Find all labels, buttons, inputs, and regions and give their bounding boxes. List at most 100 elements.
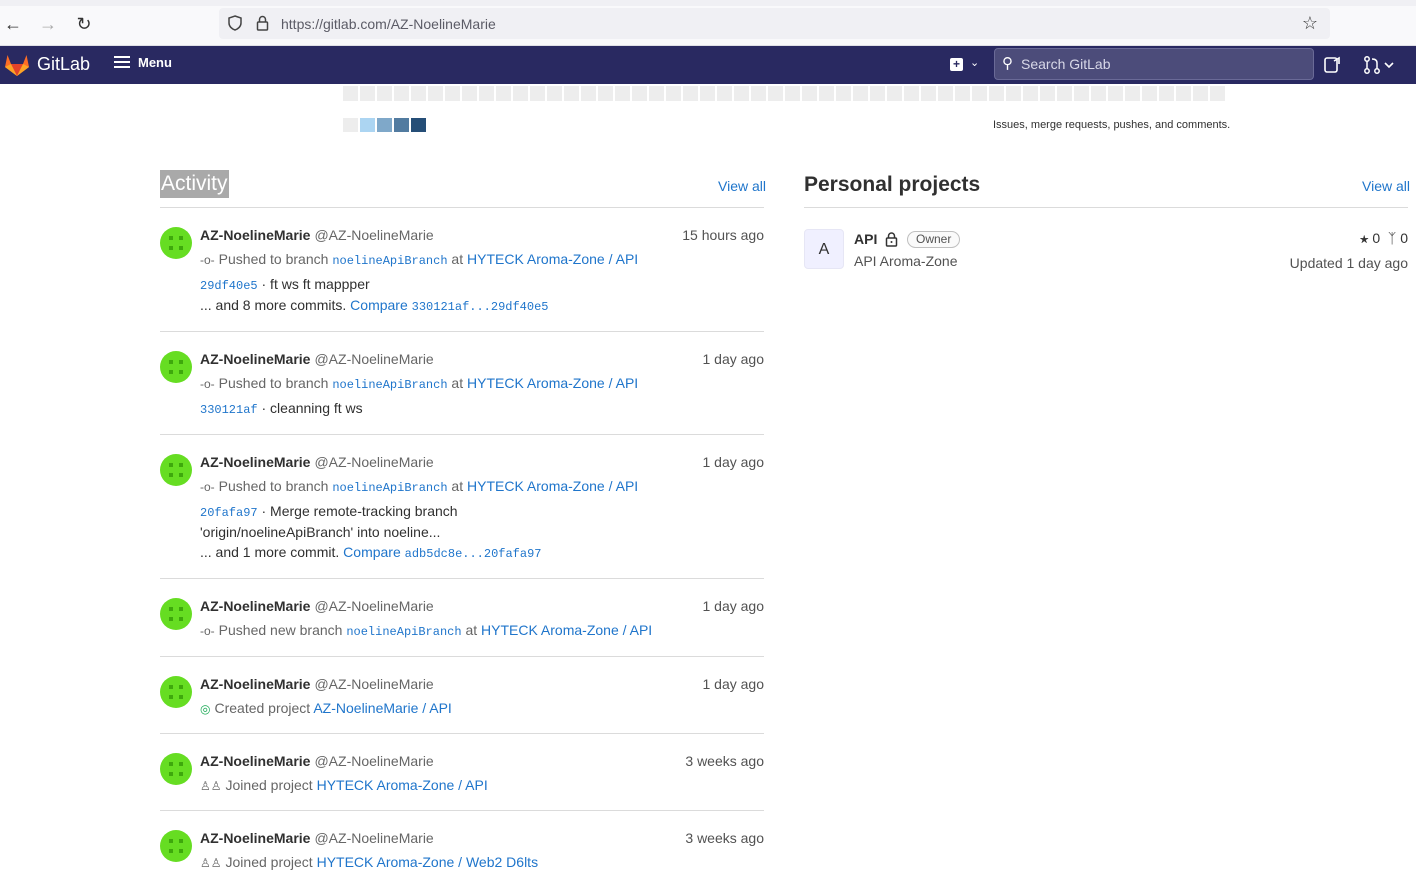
calendar-day-cell[interactable] [1057,86,1072,101]
calendar-day-cell[interactable] [700,86,715,101]
calendar-day-cell[interactable] [938,86,953,101]
calendar-day-cell[interactable] [870,86,885,101]
calendar-day-cell[interactable] [1074,86,1089,101]
calendar-day-cell[interactable] [1210,86,1225,101]
calendar-day-cell[interactable] [513,86,528,101]
author-name[interactable]: AZ-NoelineMarie [200,454,310,470]
calendar-day-cell[interactable] [632,86,647,101]
calendar-day-cell[interactable] [428,86,443,101]
calendar-day-cell[interactable] [564,86,579,101]
calendar-day-cell[interactable] [496,86,511,101]
calendar-day-cell[interactable] [1023,86,1038,101]
gitlab-logo-icon[interactable] [4,53,30,77]
author-name[interactable]: AZ-NoelineMarie [200,753,310,769]
calendar-day-cell[interactable] [377,86,392,101]
calendar-day-cell[interactable] [1142,86,1157,101]
search-input[interactable] [1021,54,1301,74]
calendar-day-cell[interactable] [479,86,494,101]
calendar-day-cell[interactable] [683,86,698,101]
calendar-day-cell[interactable] [1159,86,1174,101]
fork-count[interactable]: 0 [1400,230,1408,246]
project-link[interactable]: HYTECK Aroma-Zone / Web2 D6lts [317,854,538,870]
project-link[interactable]: HYTECK Aroma-Zone / API [481,622,652,638]
calendar-day-cell[interactable] [411,86,426,101]
calendar-day-cell[interactable] [904,86,919,101]
avatar[interactable] [160,227,192,259]
event-author[interactable]: AZ-NoelineMarie @AZ-NoelineMarie [200,676,434,692]
calendar-day-cell[interactable] [853,86,868,101]
calendar-day-cell[interactable] [547,86,562,101]
event-author[interactable]: AZ-NoelineMarie @AZ-NoelineMarie [200,830,434,846]
calendar-day-cell[interactable] [819,86,834,101]
calendar-day-cell[interactable] [581,86,596,101]
calendar-day-cell[interactable] [802,86,817,101]
calendar-day-cell[interactable] [360,86,375,101]
avatar[interactable] [160,676,192,708]
reload-icon[interactable]: ↻ [73,13,95,35]
star-count[interactable]: 0 [1372,230,1380,246]
commit-sha-link[interactable]: 29df40e5 [200,279,258,293]
project-link[interactable]: HYTECK Aroma-Zone / API [467,251,638,267]
project-avatar[interactable]: A [804,229,844,269]
calendar-day-cell[interactable] [394,86,409,101]
calendar-day-cell[interactable] [768,86,783,101]
bookmark-star-icon[interactable]: ☆ [1302,13,1318,34]
avatar[interactable] [160,598,192,630]
event-author[interactable]: AZ-NoelineMarie @AZ-NoelineMarie [200,351,434,367]
compare-range-link[interactable]: 330121af...29df40e5 [412,300,549,314]
calendar-day-cell[interactable] [1108,86,1123,101]
menu-button[interactable]: Menu [114,55,172,75]
calendar-day-cell[interactable] [462,86,477,101]
new-dropdown-button[interactable]: + ⌄ [948,56,982,74]
todo-icon[interactable] [1322,55,1342,75]
calendar-day-cell[interactable] [343,86,358,101]
search-box[interactable]: ⚲ [994,48,1314,80]
gitlab-brand[interactable]: GitLab [37,54,90,75]
projects-view-all-link[interactable]: View all [1362,178,1410,194]
calendar-day-cell[interactable] [751,86,766,101]
project-link[interactable]: HYTECK Aroma-Zone / API [317,777,488,793]
author-name[interactable]: AZ-NoelineMarie [200,676,310,692]
event-author[interactable]: AZ-NoelineMarie @AZ-NoelineMarie [200,753,434,769]
event-author[interactable]: AZ-NoelineMarie @AZ-NoelineMarie [200,454,434,470]
back-icon[interactable]: ← [2,13,24,35]
fork-icon[interactable]: ᛉ [1388,230,1396,246]
branch-link[interactable]: noelineApiBranch [332,481,447,495]
branch-link[interactable]: noelineApiBranch [346,625,461,639]
branch-link[interactable]: noelineApiBranch [332,254,447,268]
calendar-day-cell[interactable] [1006,86,1021,101]
activity-view-all-link[interactable]: View all [718,178,766,194]
forward-icon[interactable]: → [37,13,59,35]
compare-range-link[interactable]: adb5dc8e...20fafa97 [405,547,542,561]
event-author[interactable]: AZ-NoelineMarie @AZ-NoelineMarie [200,227,434,243]
project-link[interactable]: HYTECK Aroma-Zone / API [467,375,638,391]
calendar-day-cell[interactable] [1176,86,1191,101]
calendar-day-cell[interactable] [955,86,970,101]
avatar[interactable] [160,753,192,785]
commit-sha-link[interactable]: 330121af [200,403,258,417]
calendar-day-cell[interactable] [921,86,936,101]
avatar[interactable] [160,351,192,383]
calendar-day-cell[interactable] [598,86,613,101]
calendar-day-cell[interactable] [1040,86,1055,101]
event-author[interactable]: AZ-NoelineMarie @AZ-NoelineMarie [200,598,434,614]
branch-link[interactable]: noelineApiBranch [332,378,447,392]
commit-sha-link[interactable]: 20fafa97 [200,506,258,520]
calendar-day-cell[interactable] [972,86,987,101]
calendar-day-cell[interactable] [1091,86,1106,101]
calendar-day-cell[interactable] [887,86,902,101]
avatar[interactable] [160,830,192,862]
calendar-day-cell[interactable] [615,86,630,101]
avatar[interactable] [160,454,192,486]
calendar-day-cell[interactable] [1125,86,1140,101]
author-name[interactable]: AZ-NoelineMarie [200,227,310,243]
author-name[interactable]: AZ-NoelineMarie [200,598,310,614]
calendar-day-cell[interactable] [836,86,851,101]
star-icon[interactable]: ★ [1360,230,1368,246]
calendar-day-cell[interactable] [530,86,545,101]
compare-link[interactable]: Compare [350,297,408,313]
calendar-day-cell[interactable] [649,86,664,101]
project-link[interactable]: HYTECK Aroma-Zone / API [467,478,638,494]
project-link[interactable]: AZ-NoelineMarie / API [313,700,452,716]
calendar-day-cell[interactable] [734,86,749,101]
